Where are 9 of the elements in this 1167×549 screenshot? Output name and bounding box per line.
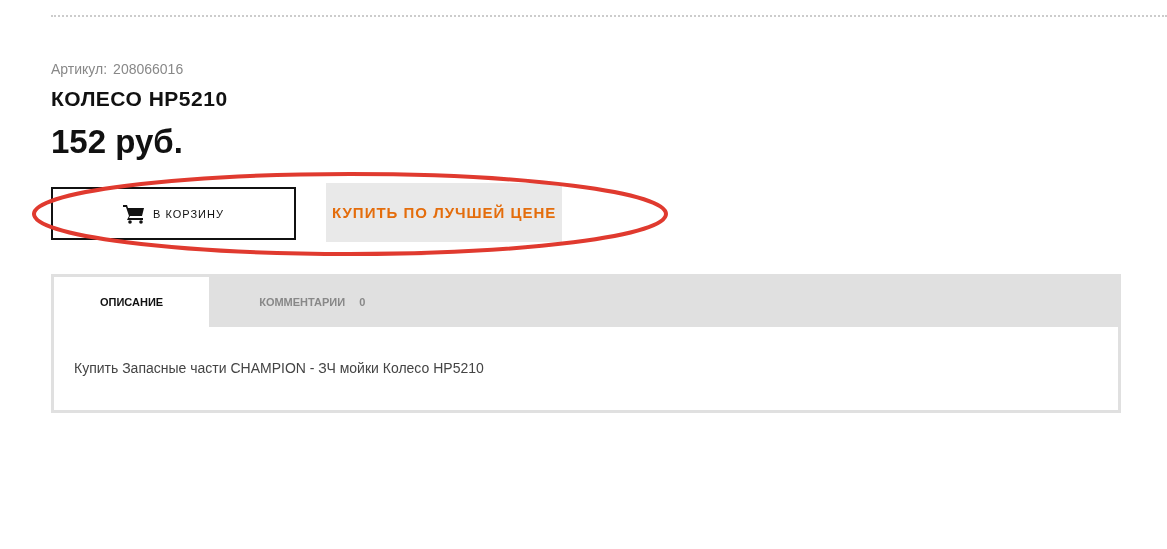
sku-label: Артикул: xyxy=(51,61,108,77)
tab[interactable]: ОПИСАНИЕ xyxy=(54,277,210,327)
product-price: 152 руб. xyxy=(51,123,184,161)
description-text: Купить Запасные части CHAMPION - ЗЧ мойки Колесо HP5210 xyxy=(73,359,485,378)
add-to-cart-button[interactable]: В КОРЗИНУ xyxy=(51,187,296,240)
product-title: КОЛЕСО HP5210 xyxy=(51,87,229,111)
cart-icon xyxy=(123,203,146,224)
comment-count: 0 xyxy=(359,296,366,308)
sku-number: 208066016 xyxy=(113,61,184,77)
